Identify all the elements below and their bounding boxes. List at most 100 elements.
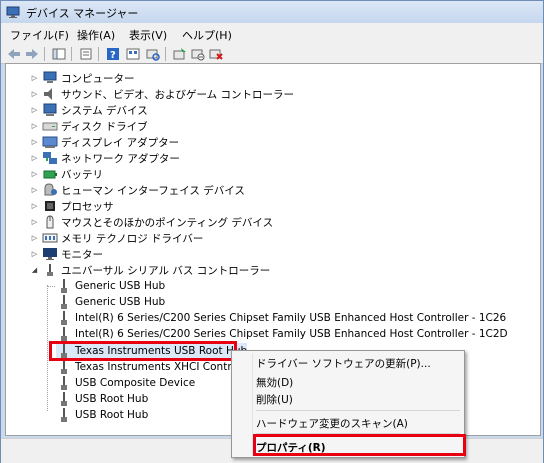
- menu-item-update-driver[interactable]: ドライバー ソフトウェアの更新(P)...: [256, 356, 431, 371]
- category-label: ディスプレイ アダプター: [61, 136, 180, 149]
- tree-category-network[interactable]: ▷ ネットワーク アダプター: [30, 150, 180, 166]
- tree-category-computer[interactable]: ▷ コンピューター: [30, 70, 135, 86]
- tree-connector-line: [48, 286, 55, 287]
- usb-device-icon: [56, 392, 72, 406]
- tree-category-disk[interactable]: ▷ ディスク ドライブ: [30, 118, 148, 134]
- back-arrow-icon[interactable]: [6, 46, 22, 62]
- usb-device-icon: [56, 295, 72, 309]
- tree-device-generic-usb-hub[interactable]: Generic USB Hub: [56, 294, 165, 310]
- category-label: ネットワーク アダプター: [61, 152, 180, 165]
- tree-category-memory[interactable]: ▷ メモリ テクノロジ ドライバー: [30, 230, 204, 246]
- help-icon[interactable]: ?: [105, 46, 121, 62]
- device-label: Intel(R) 6 Series/C200 Series Chipset Fa…: [75, 328, 508, 340]
- expand-arrow-icon[interactable]: ▷: [30, 234, 39, 243]
- expand-arrow-icon[interactable]: ▷: [30, 90, 39, 99]
- speaker-icon: [42, 87, 58, 101]
- menu-item-scan-hardware[interactable]: ハードウェア変更のスキャン(A): [256, 416, 408, 431]
- tree-category-monitor[interactable]: ▷ モニター: [30, 246, 103, 262]
- device-manager-window: デバイス マネージャー ファイル(F) 操作(A) 表示(V) ヘルプ(H) ?…: [0, 0, 544, 463]
- menu-action[interactable]: 操作(A): [77, 27, 115, 43]
- expand-arrow-icon[interactable]: ▷: [30, 106, 39, 115]
- category-label: ユニバーサル シリアル バス コントローラー: [61, 264, 271, 277]
- monitor-icon: [42, 247, 58, 261]
- expand-arrow-icon[interactable]: ▷: [30, 202, 39, 211]
- scan-hardware-icon[interactable]: [145, 46, 161, 62]
- update-driver-icon[interactable]: [172, 46, 188, 62]
- window-title: デバイス マネージャー: [26, 7, 139, 20]
- tree-device-intel-ehci-1c26[interactable]: Intel(R) 6 Series/C200 Series Chipset Fa…: [56, 310, 506, 326]
- tree-connector-line: [47, 285, 48, 411]
- context-menu: ドライバー ソフトウェアの更新(P)... 無効(D) 削除(U) ハードウェア…: [231, 350, 466, 458]
- category-label: メモリ テクノロジ ドライバー: [61, 232, 204, 245]
- device-label: Texas Instruments XHCI Controller: [75, 361, 255, 373]
- display-adapter-icon: [42, 135, 58, 149]
- expand-arrow-icon[interactable]: ▷: [30, 154, 39, 163]
- menu-item-disable[interactable]: 無効(D): [256, 375, 293, 390]
- usb-device-icon: [56, 376, 72, 390]
- tree-category-processor[interactable]: ▷ プロセッサ: [30, 198, 114, 214]
- toolbar: ?: [1, 45, 543, 64]
- view-icon[interactable]: [125, 46, 141, 62]
- usb-device-icon: [56, 360, 72, 374]
- svg-text:?: ?: [110, 50, 116, 61]
- tree-device-usb-composite[interactable]: USB Composite Device: [56, 375, 195, 391]
- disk-drive-icon: [42, 119, 58, 133]
- device-manager-icon: [6, 5, 20, 19]
- properties-highlight: [253, 434, 466, 456]
- collapse-arrow-icon[interactable]: ◢: [30, 266, 39, 275]
- selected-device-highlight: [49, 341, 237, 361]
- network-adapter-icon: [42, 151, 58, 165]
- menu-item-uninstall[interactable]: 削除(U): [256, 392, 293, 407]
- tree-device-ti-xhci[interactable]: Texas Instruments XHCI Controller: [56, 359, 254, 375]
- device-label: Generic USB Hub: [75, 296, 166, 308]
- device-label: Intel(R) 6 Series/C200 Series Chipset Fa…: [75, 312, 507, 324]
- tree-category-hid[interactable]: ▷ ヒューマン インターフェイス デバイス: [30, 182, 245, 198]
- tree-category-usb[interactable]: ◢ ユニバーサル シリアル バス コントローラー: [30, 262, 270, 278]
- expand-arrow-icon[interactable]: ▷: [30, 186, 39, 195]
- tree-category-battery[interactable]: ▷ バッテリ: [30, 166, 103, 182]
- usb-device-icon: [56, 311, 72, 325]
- toolbar-separator: [165, 47, 166, 61]
- tree-category-system[interactable]: ▷ システム デバイス: [30, 102, 148, 118]
- usb-controller-icon: [42, 263, 58, 277]
- expand-arrow-icon[interactable]: ▷: [30, 122, 39, 131]
- toolbar-separator: [71, 47, 72, 61]
- disable-device-icon[interactable]: [190, 46, 206, 62]
- category-label: コンピューター: [61, 72, 135, 85]
- category-label: システム デバイス: [61, 104, 148, 117]
- tree-device-intel-ehci-1c2d[interactable]: Intel(R) 6 Series/C200 Series Chipset Fa…: [56, 326, 508, 342]
- title-bar[interactable]: デバイス マネージャー: [1, 1, 543, 23]
- menu-help[interactable]: ヘルプ(H): [182, 27, 232, 43]
- device-label: USB Root Hub: [75, 393, 149, 405]
- tree-device-usb-root-hub[interactable]: USB Root Hub: [56, 391, 148, 407]
- category-label: ディスク ドライブ: [61, 120, 148, 133]
- category-label: サウンド、ビデオ、およびゲーム コントローラー: [61, 88, 294, 101]
- expand-arrow-icon[interactable]: ▷: [30, 170, 39, 179]
- expand-arrow-icon[interactable]: ▷: [30, 218, 39, 227]
- tree-category-sound[interactable]: ▷ サウンド、ビデオ、およびゲーム コントローラー: [30, 86, 294, 102]
- tree-category-mouse[interactable]: ▷ マウスとそのほかのポインティング デバイス: [30, 214, 273, 230]
- expand-arrow-icon[interactable]: ▷: [30, 74, 39, 83]
- category-label: モニター: [61, 248, 103, 261]
- processor-icon: [42, 199, 58, 213]
- usb-device-icon: [56, 279, 72, 293]
- properties-icon[interactable]: [78, 46, 94, 62]
- device-label: USB Root Hub: [75, 409, 149, 421]
- menu-bar: ファイル(F) 操作(A) 表示(V) ヘルプ(H): [1, 23, 543, 46]
- system-device-icon: [42, 103, 58, 117]
- hid-icon: [42, 183, 58, 197]
- menu-view[interactable]: 表示(V): [129, 27, 167, 43]
- tree-category-display[interactable]: ▷ ディスプレイ アダプター: [30, 134, 179, 150]
- console-tree-icon[interactable]: [51, 46, 67, 62]
- uninstall-device-icon[interactable]: [208, 46, 224, 62]
- forward-arrow-icon[interactable]: [24, 46, 40, 62]
- category-label: マウスとそのほかのポインティング デバイス: [61, 216, 274, 229]
- tree-device-usb-root-hub[interactable]: USB Root Hub: [56, 407, 148, 423]
- category-label: プロセッサ: [61, 200, 114, 213]
- menu-file[interactable]: ファイル(F): [10, 27, 69, 43]
- expand-arrow-icon[interactable]: ▷: [30, 138, 39, 147]
- battery-icon: [42, 167, 58, 181]
- expand-arrow-icon[interactable]: ▷: [30, 250, 39, 259]
- tree-device-generic-usb-hub[interactable]: Generic USB Hub: [48, 278, 165, 294]
- toolbar-separator: [98, 47, 99, 61]
